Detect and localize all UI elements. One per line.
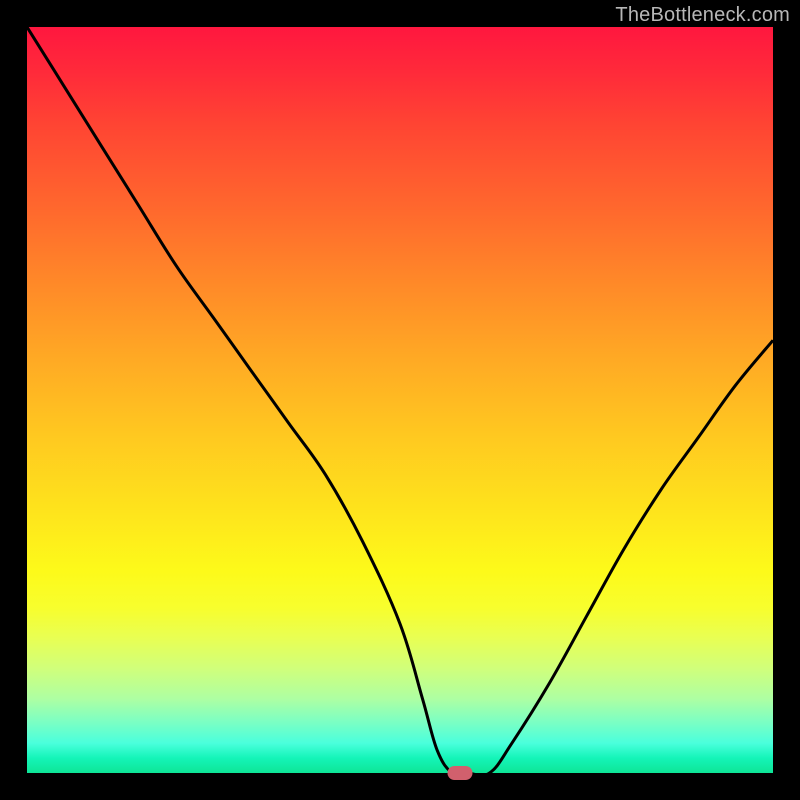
chart-container: TheBottleneck.com (0, 0, 800, 800)
curve-path (27, 27, 773, 773)
plot-area (27, 27, 773, 773)
optimal-point-marker (447, 766, 472, 780)
bottleneck-curve (27, 27, 773, 773)
watermark-text: TheBottleneck.com (615, 4, 790, 27)
